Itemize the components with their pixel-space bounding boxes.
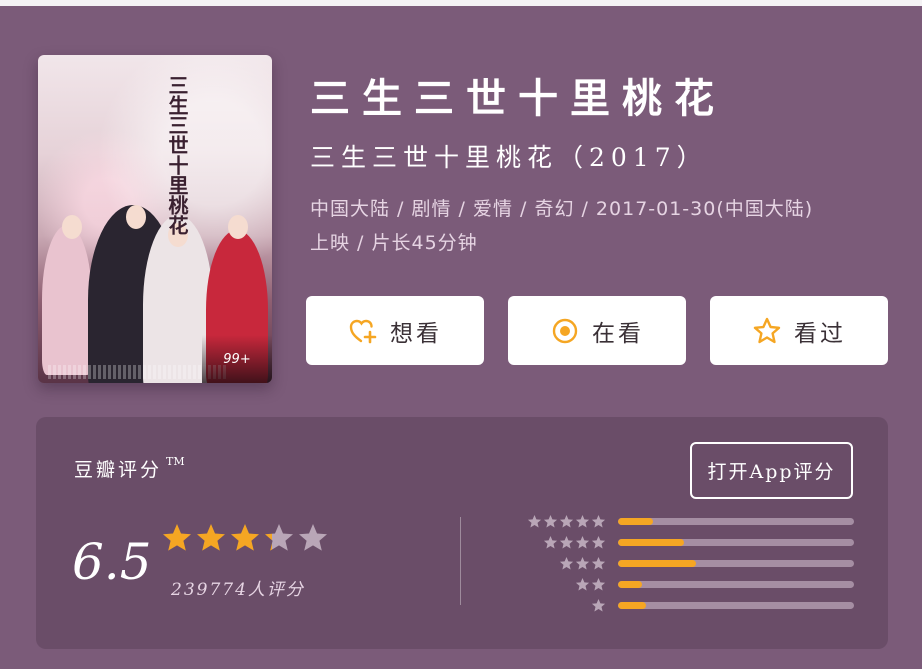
photo-count-badge[interactable]: 99+ xyxy=(202,335,272,383)
distribution-row xyxy=(524,595,854,616)
distribution-row xyxy=(524,532,854,553)
rating-card: 豆瓣评分 TM 打开App评分 6.5 239774人评分 xyxy=(36,417,888,649)
poster-credits xyxy=(48,365,228,379)
distribution-bar-fill xyxy=(618,581,642,588)
action-label: 在看 xyxy=(592,320,644,347)
movie-meta: 中国大陆 / 剧情 / 爱情 / 奇幻 / 2017-01-30(中国大陆) 上… xyxy=(310,192,890,260)
target-icon xyxy=(552,318,578,343)
small-star-icon xyxy=(575,577,590,591)
action-label: 看过 xyxy=(794,320,846,347)
star-icon xyxy=(231,524,259,551)
small-star-icon xyxy=(575,556,590,570)
small-star-icon xyxy=(591,535,606,549)
rating-distribution xyxy=(524,511,854,616)
rating-score: 6.5 xyxy=(72,533,152,591)
distribution-bar-track xyxy=(618,518,854,525)
small-star-icon xyxy=(559,514,574,528)
action-bar: 想看 在看 看过 xyxy=(306,296,888,365)
meta-line: 中国大陆 / 剧情 / 爱情 / 奇幻 / 2017-01-30(中国大陆) xyxy=(310,198,814,220)
distribution-stars xyxy=(524,514,606,529)
poster-title: 三生三世十里桃花 xyxy=(165,75,189,235)
distribution-stars xyxy=(524,535,606,550)
star-icon xyxy=(163,524,191,551)
distribution-bar-fill xyxy=(618,602,647,609)
small-star-icon xyxy=(559,556,574,570)
star-icon xyxy=(265,524,293,551)
small-star-icon xyxy=(591,598,606,612)
distribution-bar-fill xyxy=(618,560,696,567)
distribution-row xyxy=(524,511,854,532)
star-icon xyxy=(197,524,225,551)
open-app-rate-button[interactable]: 打开App评分 xyxy=(690,442,853,499)
movie-subtitle: 三生三世十里桃花（2017） xyxy=(310,143,708,172)
poster-face xyxy=(62,215,82,239)
poster-figure xyxy=(42,225,92,375)
small-star-icon xyxy=(543,514,558,528)
small-star-icon xyxy=(591,556,606,570)
star-icon xyxy=(299,524,327,551)
distribution-row xyxy=(524,553,854,574)
rating-label-text: 豆瓣评分 xyxy=(74,459,163,481)
small-star-icon xyxy=(575,535,590,549)
action-label: 想看 xyxy=(390,320,442,347)
distribution-bar-track xyxy=(618,539,854,546)
distribution-row xyxy=(524,574,854,595)
distribution-bar-fill xyxy=(618,518,654,525)
distribution-bar-track xyxy=(618,560,854,567)
watching-button[interactable]: 在看 xyxy=(508,296,686,365)
top-strip xyxy=(0,0,922,6)
poster-face xyxy=(228,215,248,239)
rating-label: 豆瓣评分 TM xyxy=(74,455,185,482)
distribution-stars xyxy=(524,556,606,571)
divider xyxy=(460,517,461,605)
distribution-bar-fill xyxy=(618,539,685,546)
movie-poster[interactable]: 三生三世十里桃花 99+ xyxy=(38,55,272,383)
want-to-watch-button[interactable]: 想看 xyxy=(306,296,484,365)
small-star-icon xyxy=(543,535,558,549)
star-outline-icon xyxy=(753,317,781,343)
distribution-stars xyxy=(524,598,606,613)
meta-line: 上映 / 片长45分钟 xyxy=(310,232,478,254)
small-star-icon xyxy=(575,514,590,528)
small-star-icon xyxy=(559,535,574,549)
trademark: TM xyxy=(166,455,185,468)
page-title: 三生三世十里桃花 xyxy=(310,75,726,122)
rating-count[interactable]: 239774人评分 xyxy=(171,575,305,600)
small-star-icon xyxy=(527,514,542,528)
distribution-stars xyxy=(524,577,606,592)
rating-stars xyxy=(161,522,329,554)
distribution-bar-track xyxy=(618,581,854,588)
small-star-icon xyxy=(591,577,606,591)
heart-plus-icon xyxy=(349,319,377,343)
distribution-bar-track xyxy=(618,602,854,609)
watched-button[interactable]: 看过 xyxy=(710,296,888,365)
small-star-icon xyxy=(591,514,606,528)
